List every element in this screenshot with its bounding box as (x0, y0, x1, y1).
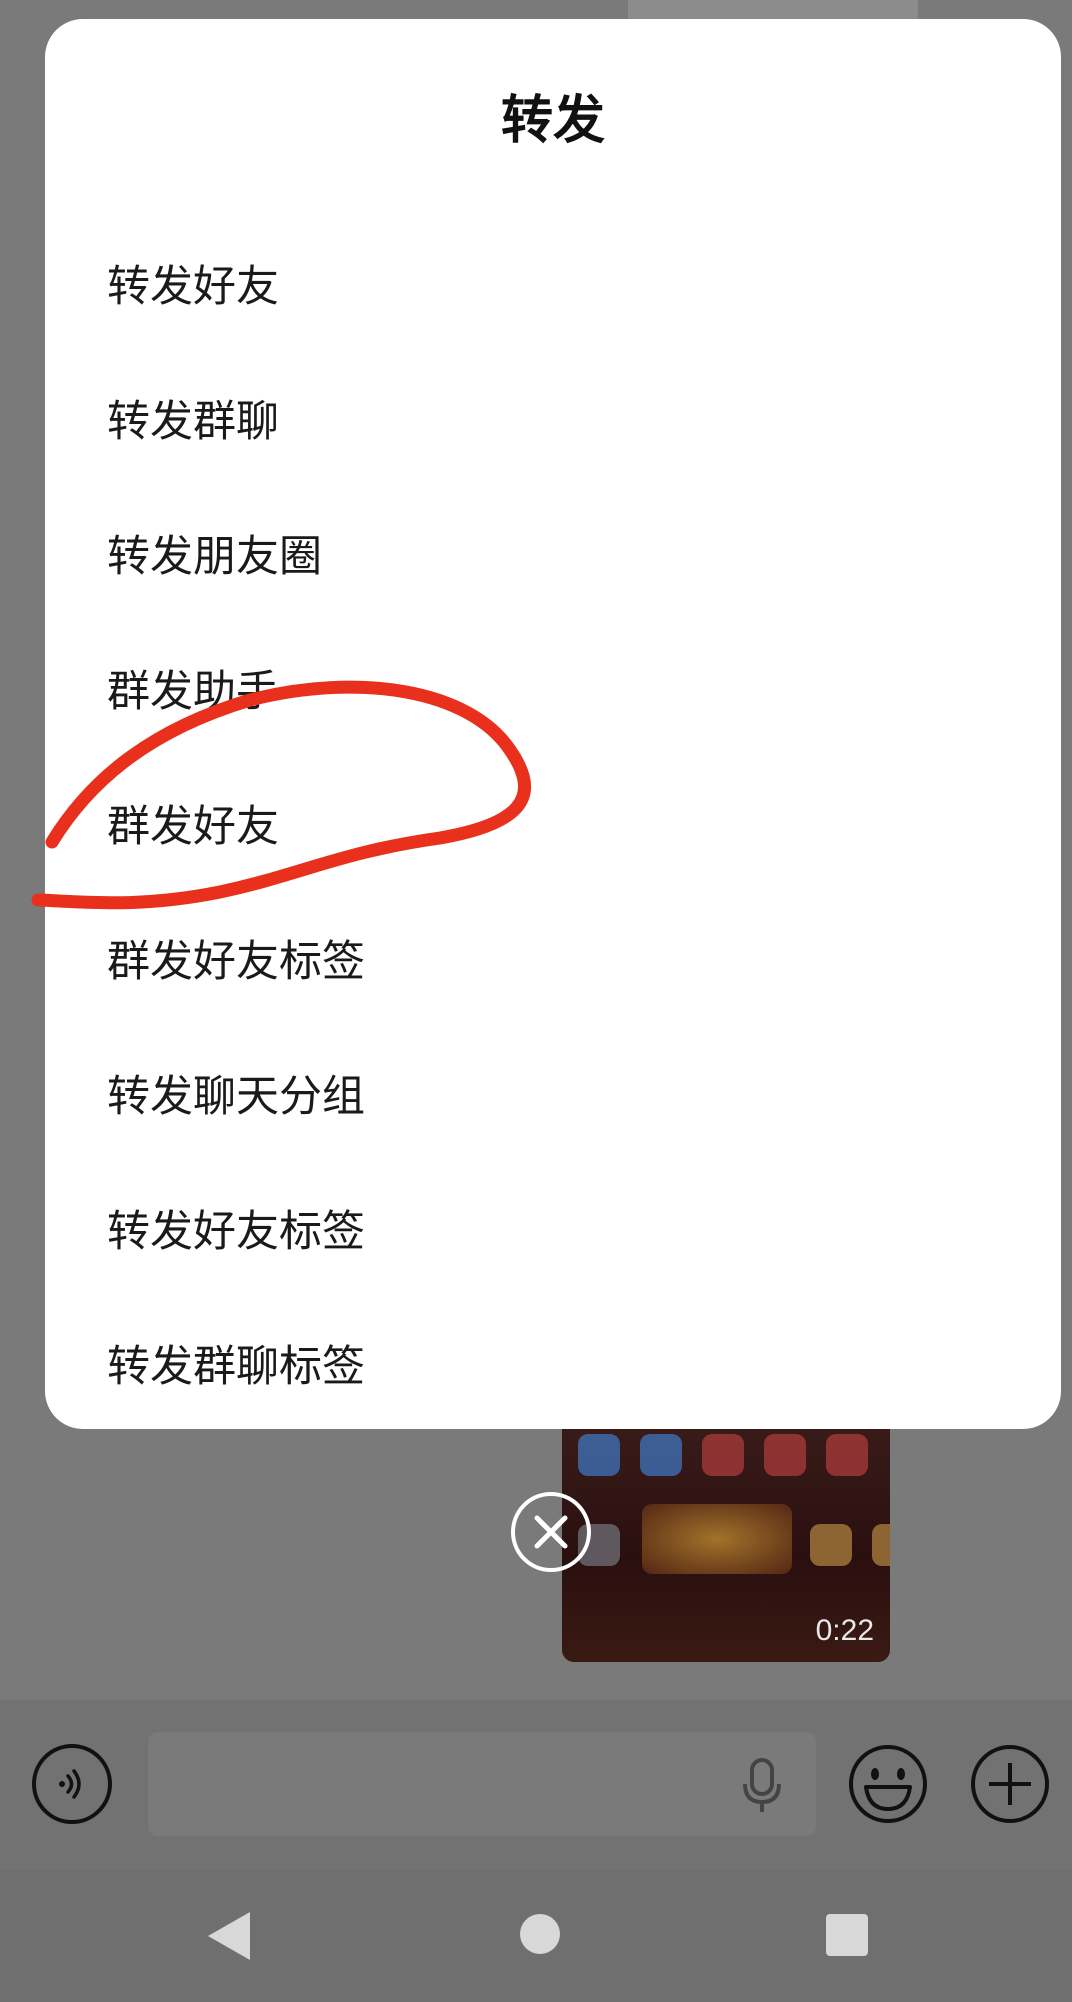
back-triangle-icon[interactable] (206, 1910, 252, 1962)
option-label: 转发聊天分组 (107, 1071, 365, 1122)
video-duration: 0:22 (815, 1614, 874, 1647)
home-circle-icon[interactable] (520, 1914, 560, 1954)
app-icon (578, 1434, 620, 1476)
video-message-thumbnail[interactable]: 0:22 (562, 1404, 890, 1662)
app-icon (640, 1434, 682, 1476)
app-icon (764, 1434, 806, 1476)
emoji-button[interactable] (846, 1742, 930, 1826)
forward-friend-tags-option[interactable]: 转发好友标签 (45, 1164, 1061, 1299)
close-dialog-button[interactable] (511, 1492, 591, 1572)
option-label: 群发好友 (107, 801, 279, 852)
recent-square-icon[interactable] (826, 1914, 868, 1956)
microphone-icon[interactable] (740, 1756, 784, 1816)
video-app-row (578, 1434, 868, 1476)
option-label: 转发朋友圈 (107, 531, 322, 582)
forward-options-list: 转发好友 转发群聊 转发朋友圈 群发助手 群发好友 群发好友标签 转发聊天分组 … (45, 219, 1061, 1434)
app-icon (872, 1524, 890, 1566)
voice-toggle-button[interactable] (32, 1744, 112, 1824)
more-options-button[interactable] (968, 1742, 1052, 1826)
forward-chat-group-option[interactable]: 转发聊天分组 (45, 1029, 1061, 1164)
voice-icon (59, 1769, 81, 1799)
option-label: 群发助手 (107, 666, 279, 717)
message-input[interactable] (148, 1732, 816, 1836)
app-icon (810, 1524, 852, 1566)
forward-to-moments-option[interactable]: 转发朋友圈 (45, 489, 1061, 624)
mass-send-friend-tags-option[interactable]: 群发好友标签 (45, 894, 1061, 1029)
close-icon (534, 1515, 568, 1549)
app-icon (702, 1434, 744, 1476)
app-icon (826, 1434, 868, 1476)
mass-send-assistant-option[interactable]: 群发助手 (45, 624, 1061, 759)
forward-to-group-option[interactable]: 转发群聊 (45, 354, 1061, 489)
option-label: 转发好友标签 (107, 1206, 365, 1257)
chat-input-bar (0, 1700, 1072, 1870)
dialog-title: 转发 (500, 91, 605, 151)
option-label: 转发群聊标签 (107, 1341, 365, 1392)
mass-send-friends-option[interactable]: 群发好友 (45, 759, 1061, 894)
option-label: 转发好友 (107, 261, 279, 312)
plus-icon (971, 1745, 1049, 1823)
option-label: 转发群聊 (107, 396, 279, 447)
emoji-icon (849, 1745, 927, 1823)
forward-to-friend-option[interactable]: 转发好友 (45, 219, 1061, 354)
system-navigation-bar (0, 1870, 1072, 2002)
video-app-row (578, 1524, 890, 1566)
forward-dialog: 转发 转发好友 转发群聊 转发朋友圈 群发助手 群发好友 群发好友标签 转发聊天… (45, 19, 1061, 1429)
forward-group-tags-option[interactable]: 转发群聊标签 (45, 1299, 1061, 1434)
option-label: 群发好友标签 (107, 936, 365, 987)
